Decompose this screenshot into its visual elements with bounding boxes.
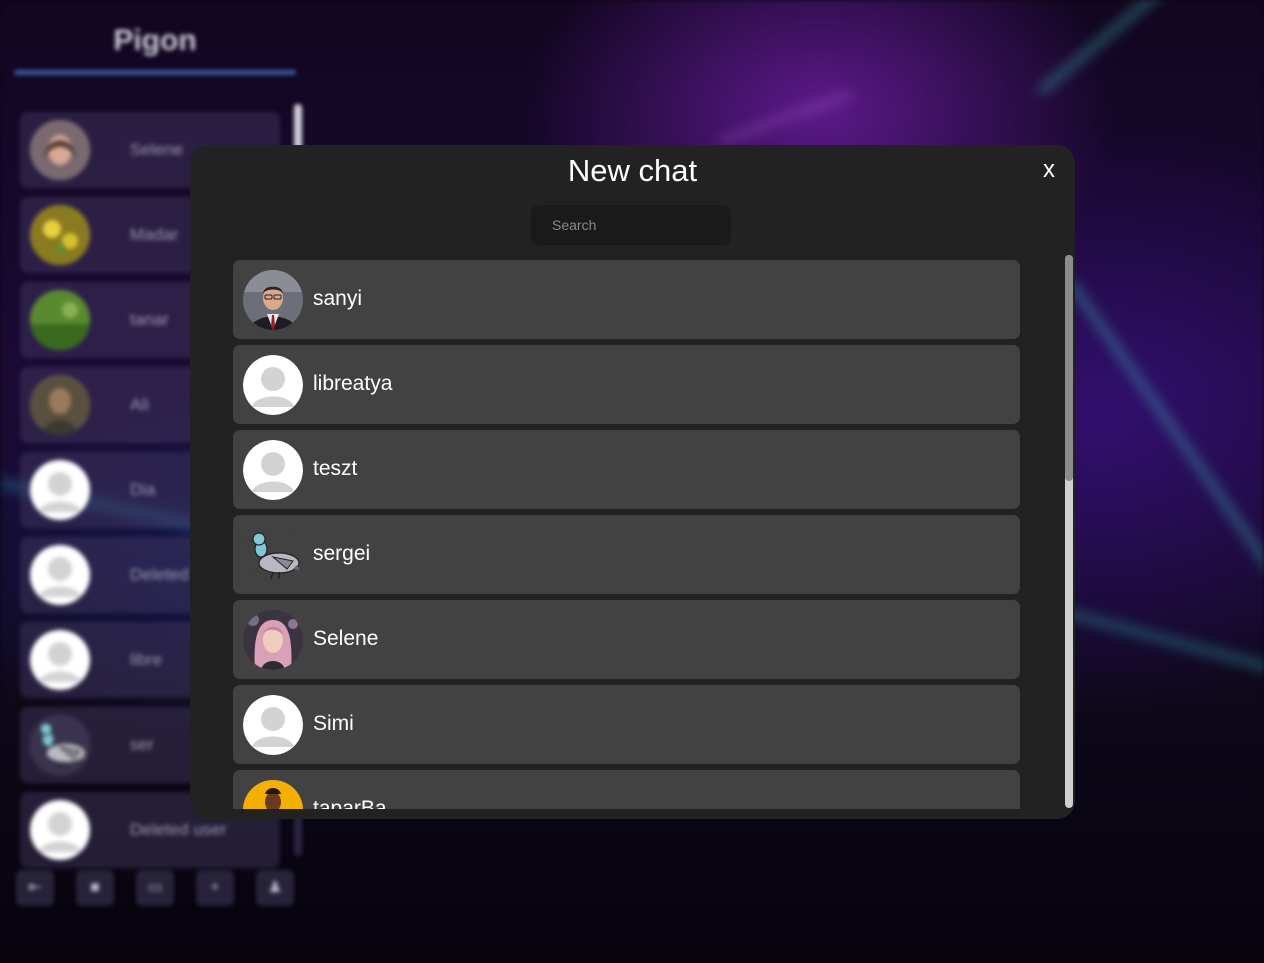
chat-name: Selene: [130, 140, 183, 159]
add-icon[interactable]: +: [196, 870, 234, 906]
default-avatar-icon: [243, 355, 303, 415]
light-beam: [1038, 0, 1264, 94]
title-underline: [14, 70, 296, 75]
logout-icon[interactable]: ⇤: [16, 870, 54, 906]
chat-avatar: [30, 715, 90, 775]
user-avatar: [243, 610, 303, 670]
user-name: teszt: [313, 457, 358, 480]
chat-name: tanar: [130, 310, 169, 329]
user-list-item[interactable]: teszt: [233, 430, 1020, 509]
user-avatar: [243, 270, 303, 330]
user-name: taparBa: [313, 797, 387, 809]
chat-name: Dia: [130, 480, 156, 499]
user-list-item[interactable]: Selene: [233, 600, 1020, 679]
user-name: Simi: [313, 712, 354, 735]
user-name: sergei: [313, 542, 371, 565]
user-list-item[interactable]: sanyi: [233, 260, 1020, 339]
chat-avatar: [30, 120, 90, 180]
pigeon-avatar-icon: [243, 525, 303, 585]
user-list-item[interactable]: Simi: [233, 685, 1020, 764]
user-name: sanyi: [313, 287, 363, 310]
chat-name: Deleted user: [130, 820, 227, 839]
user-list: sanyi libreatya teszt sergei Selene Simi tapar…: [233, 260, 1021, 809]
sidebar-toolbar: ⇤ ■ ▭ + ♟: [14, 870, 296, 906]
profile-icon[interactable]: ♟: [256, 870, 294, 906]
user-avatar: [243, 780, 303, 809]
app-title: Pigon: [113, 24, 197, 57]
user-name: Selene: [313, 627, 379, 650]
chat-avatar: [30, 375, 90, 435]
chat-avatar: [30, 205, 90, 265]
modal-title: New chat: [567, 153, 698, 188]
user-list-item[interactable]: libreatya: [233, 345, 1020, 424]
close-button[interactable]: x: [1036, 155, 1062, 185]
new-chat-modal: New chat x sanyi libreatya teszt sergei Sele…: [190, 145, 1075, 819]
chat-avatar: [30, 290, 90, 350]
chat-avatar: [30, 630, 90, 690]
chat-avatar: [30, 545, 90, 605]
chat-name: Ali: [130, 395, 149, 414]
chat-name: libre: [130, 650, 163, 669]
chat-avatar: [30, 460, 90, 520]
light-beam: [719, 92, 853, 143]
user-list-item[interactable]: taparBa: [233, 770, 1020, 809]
chat-name: Deleted: [130, 565, 189, 584]
chat-avatar: [30, 800, 90, 860]
search-input[interactable]: [531, 205, 731, 245]
light-beam: [1068, 280, 1264, 677]
default-avatar-icon: [243, 695, 303, 755]
settings-icon[interactable]: ■: [76, 870, 114, 906]
user-list-scrollbar-thumb[interactable]: [1065, 255, 1073, 481]
user-list-item[interactable]: sergei: [233, 515, 1020, 594]
user-name: libreatya: [313, 372, 393, 395]
chat-name: Madar: [130, 225, 179, 244]
new-chat-icon[interactable]: ▭: [136, 870, 174, 906]
default-avatar-icon: [243, 440, 303, 500]
chat-name: ser: [130, 735, 154, 754]
